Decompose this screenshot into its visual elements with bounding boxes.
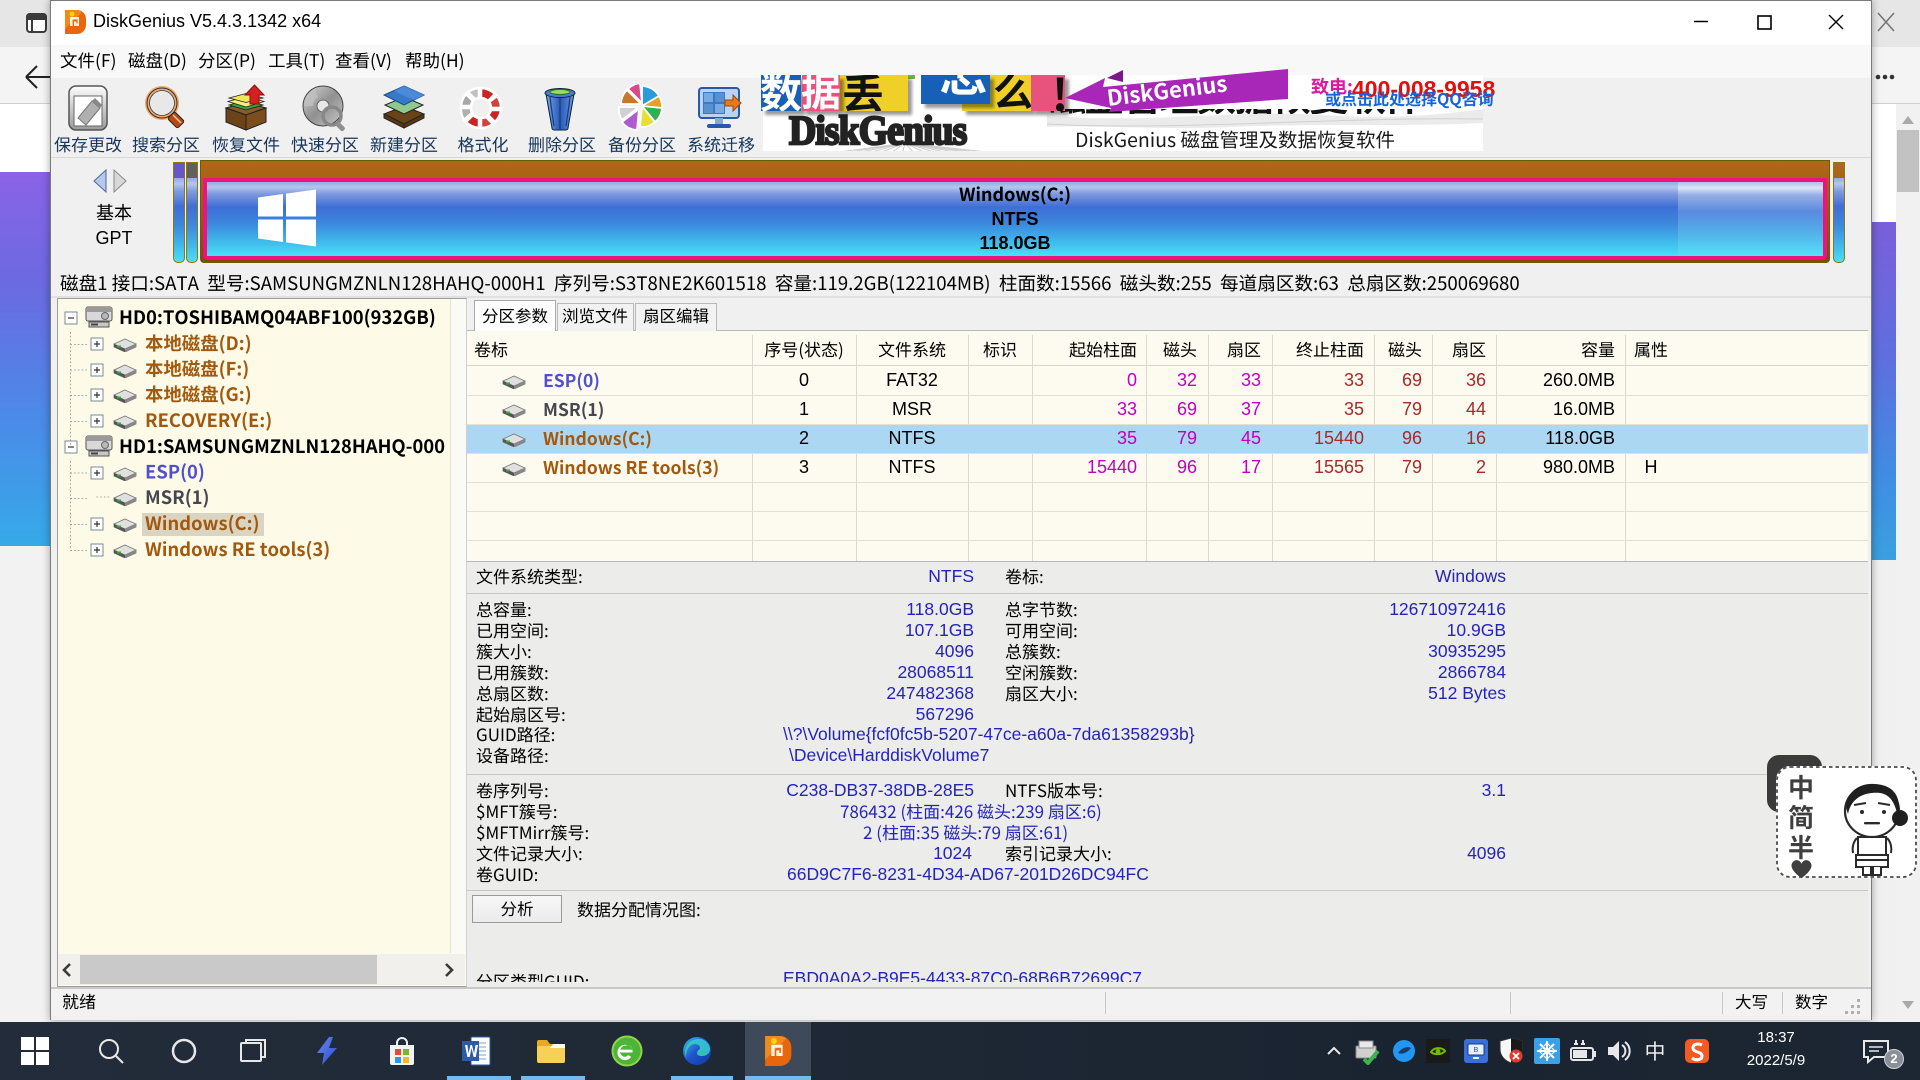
svg-text:B: B	[1474, 1047, 1479, 1054]
